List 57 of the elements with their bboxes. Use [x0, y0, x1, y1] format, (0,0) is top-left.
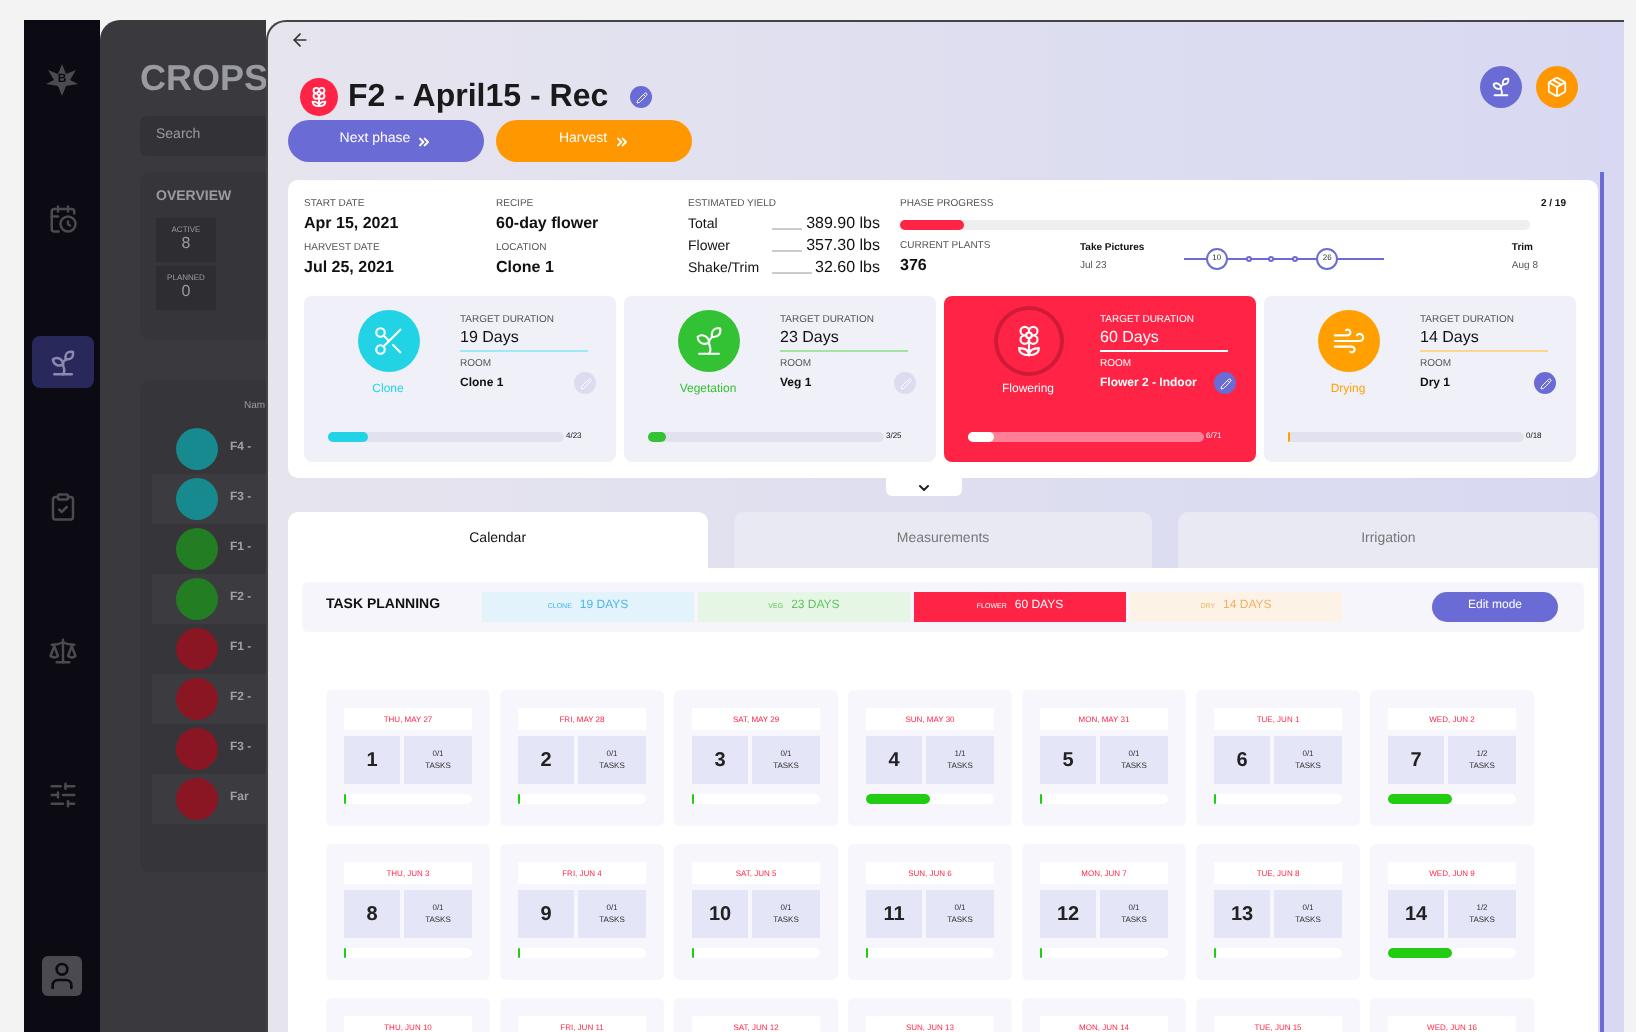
back-arrow-icon[interactable]	[290, 30, 310, 50]
calendar-clock-icon	[47, 203, 77, 233]
sprout-icon	[691, 324, 725, 358]
harvest-date-value: Jul 25, 2021	[304, 260, 396, 276]
double-chevron-icon	[416, 133, 433, 149]
current-plants-value: 376	[900, 258, 929, 274]
double-chevron-icon	[613, 133, 630, 149]
package-icon	[1546, 76, 1568, 98]
yield-row-value: 389.90 lbs	[806, 216, 880, 232]
crop-title: F2 - April15 - Rec	[348, 81, 609, 113]
package-button[interactable]	[1536, 66, 1578, 108]
flower-icon	[300, 78, 338, 116]
start-date-value: Apr 15, 2021	[304, 216, 401, 232]
day-number: 12	[1040, 890, 1096, 938]
yield-row-value: 32.60 lbs	[815, 260, 880, 276]
duration-value: 14 Days	[1420, 330, 1548, 352]
day-number: 14	[1388, 890, 1444, 938]
sliders-icon	[47, 779, 77, 809]
user-icon[interactable]	[42, 956, 82, 996]
sprout-icon	[47, 347, 77, 377]
day-number: 2	[518, 736, 574, 784]
edit-button[interactable]	[1214, 372, 1236, 394]
day-number: 8	[344, 890, 400, 938]
scissors-icon	[371, 324, 405, 358]
day-number: 10	[692, 890, 748, 938]
wind-icon	[1331, 324, 1365, 358]
day-number: 5	[1040, 736, 1096, 784]
day-number: 3	[692, 736, 748, 784]
location-value: Clone 1	[496, 260, 556, 276]
day-number: 4	[866, 736, 922, 784]
clipboard-check-icon	[47, 491, 77, 521]
day-number: 7	[1388, 736, 1444, 784]
day-number: 11	[866, 890, 922, 938]
day-number: 9	[518, 890, 574, 938]
day-number: 13	[1214, 890, 1270, 938]
edit-button[interactable]	[630, 86, 653, 108]
duration-value: 23 Days	[780, 330, 908, 352]
pencil-icon	[579, 377, 591, 389]
pencil-icon	[1539, 377, 1551, 389]
collapse-toggle[interactable]	[885, 478, 961, 496]
sprout-icon	[1490, 76, 1512, 98]
chevron-down-icon	[915, 479, 931, 495]
recipe-value: 60-day flower	[496, 216, 601, 232]
day-number: 1	[344, 736, 400, 784]
page-title: CROPS	[140, 60, 266, 96]
sidebar-item[interactable]	[31, 336, 93, 388]
stat-value: 8	[181, 236, 191, 252]
duration-value: 19 Days	[460, 330, 588, 352]
stat-value: 0	[181, 284, 191, 300]
edit-button[interactable]	[1534, 372, 1556, 394]
pencil-icon	[899, 377, 911, 389]
day-number: 6	[1214, 736, 1270, 784]
yield-row-value: 357.30 lbs	[806, 238, 880, 254]
scale-icon	[47, 635, 77, 665]
pencil-icon	[1219, 377, 1231, 389]
duration-value: 60 Days	[1100, 330, 1228, 352]
sprout-button[interactable]	[1480, 66, 1522, 108]
